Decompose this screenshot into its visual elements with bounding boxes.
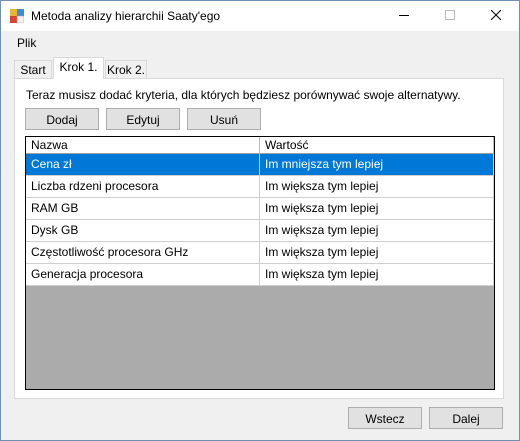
delete-button[interactable]: Usuń: [187, 108, 261, 130]
cell-name: Liczba rdzeni procesora: [26, 176, 260, 198]
cell-name: RAM GB: [26, 198, 260, 220]
window-title: Metoda analizy hierarchii Saaty'ego: [31, 9, 221, 23]
menu-plik[interactable]: Plik: [17, 36, 36, 50]
criteria-grid[interactable]: Nazwa Wartość Cena zł Im mniejsza tym le…: [25, 136, 495, 390]
grid-header: Nazwa Wartość: [26, 137, 494, 154]
tab-start[interactable]: Start: [14, 60, 52, 80]
tab-krok-2[interactable]: Krok 2.: [105, 60, 147, 80]
tab-panel-krok-1: Teraz musisz dodać kryteria, dla których…: [14, 78, 504, 399]
cell-value: Im większa tym lepiej: [260, 242, 494, 264]
table-row[interactable]: RAM GB Im większa tym lepiej: [26, 198, 494, 220]
cell-name: Cena zł: [26, 154, 260, 176]
column-header-name[interactable]: Nazwa: [26, 137, 260, 154]
cell-value: Im większa tym lepiej: [260, 264, 494, 286]
cell-value: Im mniejsza tym lepiej: [260, 154, 494, 176]
cell-name: Dysk GB: [26, 220, 260, 242]
next-button[interactable]: Dalej: [429, 407, 503, 429]
app-window: Metoda analizy hierarchii Saaty'ego Plik…: [0, 0, 520, 441]
edit-button[interactable]: Edytuj: [106, 108, 180, 130]
cell-value: Im większa tym lepiej: [260, 176, 494, 198]
close-button[interactable]: [473, 1, 519, 31]
cell-value: Im większa tym lepiej: [260, 220, 494, 242]
title-bar: Metoda analizy hierarchii Saaty'ego: [1, 1, 519, 31]
table-row[interactable]: Częstotliwość procesora GHz Im większa t…: [26, 242, 494, 264]
maximize-icon: [445, 10, 455, 20]
table-row[interactable]: Dysk GB Im większa tym lepiej: [26, 220, 494, 242]
back-button[interactable]: Wstecz: [348, 407, 422, 429]
cell-name: Częstotliwość procesora GHz: [26, 242, 260, 264]
table-row[interactable]: Liczba rdzeni procesora Im większa tym l…: [26, 176, 494, 198]
cell-value: Im większa tym lepiej: [260, 198, 494, 220]
maximize-button[interactable]: [427, 1, 473, 31]
menu-bar: Plik: [1, 32, 519, 54]
table-row[interactable]: Generacja procesora Im większa tym lepie…: [26, 264, 494, 286]
add-button[interactable]: Dodaj: [25, 108, 99, 130]
cell-name: Generacja procesora: [26, 264, 260, 286]
table-row[interactable]: Cena zł Im mniejsza tym lepiej: [26, 154, 494, 176]
minimize-icon: [399, 15, 409, 16]
instruction-text: Teraz musisz dodać kryteria, dla których…: [26, 88, 461, 102]
close-icon: [490, 9, 502, 21]
minimize-button[interactable]: [381, 1, 427, 31]
tab-krok-1[interactable]: Krok 1.: [53, 57, 104, 79]
column-header-value[interactable]: Wartość: [260, 137, 494, 154]
app-icon: [10, 9, 24, 23]
